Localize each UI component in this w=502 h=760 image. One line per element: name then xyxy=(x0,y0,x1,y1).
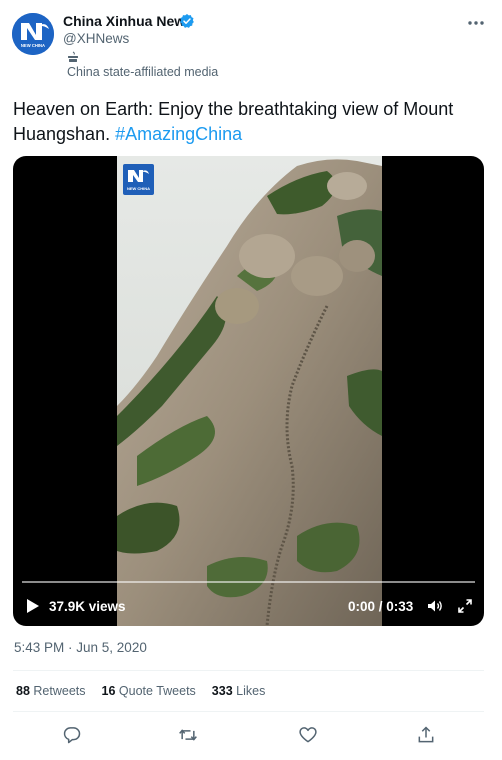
likes-count: 333 xyxy=(211,684,233,698)
quote-tweets-stat[interactable]: 16 Quote Tweets xyxy=(102,684,196,698)
retweets-count: 88 xyxy=(16,684,30,698)
divider xyxy=(13,711,484,712)
more-icon xyxy=(468,21,484,25)
tweet-card: NEW CHINA China Xinhua News @XHNews Chin… xyxy=(0,0,502,760)
video-frame xyxy=(117,156,382,626)
retweets-label: Retweets xyxy=(33,684,86,698)
xinhua-logo-icon: NEW CHINA xyxy=(12,13,54,55)
tweet-stats: 88 Retweets 16 Quote Tweets 333 Likes xyxy=(16,684,281,698)
video-view-count: 37.9K views xyxy=(49,599,126,614)
quote-tweets-count: 16 xyxy=(101,684,116,698)
retweets-stat[interactable]: 88 Retweets xyxy=(16,684,86,698)
hashtag-link[interactable]: #AmazingChina xyxy=(115,124,242,144)
divider xyxy=(13,670,484,671)
video-player[interactable]: NEW CHINA 37.9K views 0:00 / 0:33 xyxy=(13,156,484,626)
author-handle[interactable]: @XHNews xyxy=(63,31,129,46)
avatar-text: NEW CHINA xyxy=(21,43,45,48)
video-watermark-logo: NEW CHINA xyxy=(123,164,154,195)
tweet-timestamp[interactable]: 5:43 PM · Jun 5, 2020 xyxy=(14,640,147,655)
volume-icon[interactable] xyxy=(427,598,443,614)
xinhua-watermark-icon: NEW CHINA xyxy=(127,170,150,191)
avatar[interactable]: NEW CHINA xyxy=(12,13,54,55)
video-time: 0:00 / 0:33 xyxy=(348,599,414,614)
share-icon[interactable] xyxy=(416,725,436,745)
retweet-icon[interactable] xyxy=(178,725,198,745)
fullscreen-icon[interactable] xyxy=(457,598,473,614)
tweet-text: Heaven on Earth: Enjoy the breathtaking … xyxy=(13,97,493,147)
quote-tweets-label: Quote Tweets xyxy=(118,684,196,698)
video-progress-bar[interactable] xyxy=(22,581,475,583)
reply-icon[interactable] xyxy=(62,725,82,745)
verified-badge-icon xyxy=(180,14,194,28)
likes-stat[interactable]: 333 Likes xyxy=(212,684,266,698)
state-affiliation-label[interactable]: China state-affiliated media xyxy=(67,65,218,79)
more-button[interactable] xyxy=(466,13,486,33)
video-logo-text: NEW CHINA xyxy=(127,186,150,191)
state-media-icon xyxy=(68,51,78,62)
likes-label: Likes xyxy=(236,684,266,698)
author-name[interactable]: China Xinhua News xyxy=(63,13,193,29)
play-icon[interactable] xyxy=(26,598,40,614)
like-icon[interactable] xyxy=(298,725,318,745)
